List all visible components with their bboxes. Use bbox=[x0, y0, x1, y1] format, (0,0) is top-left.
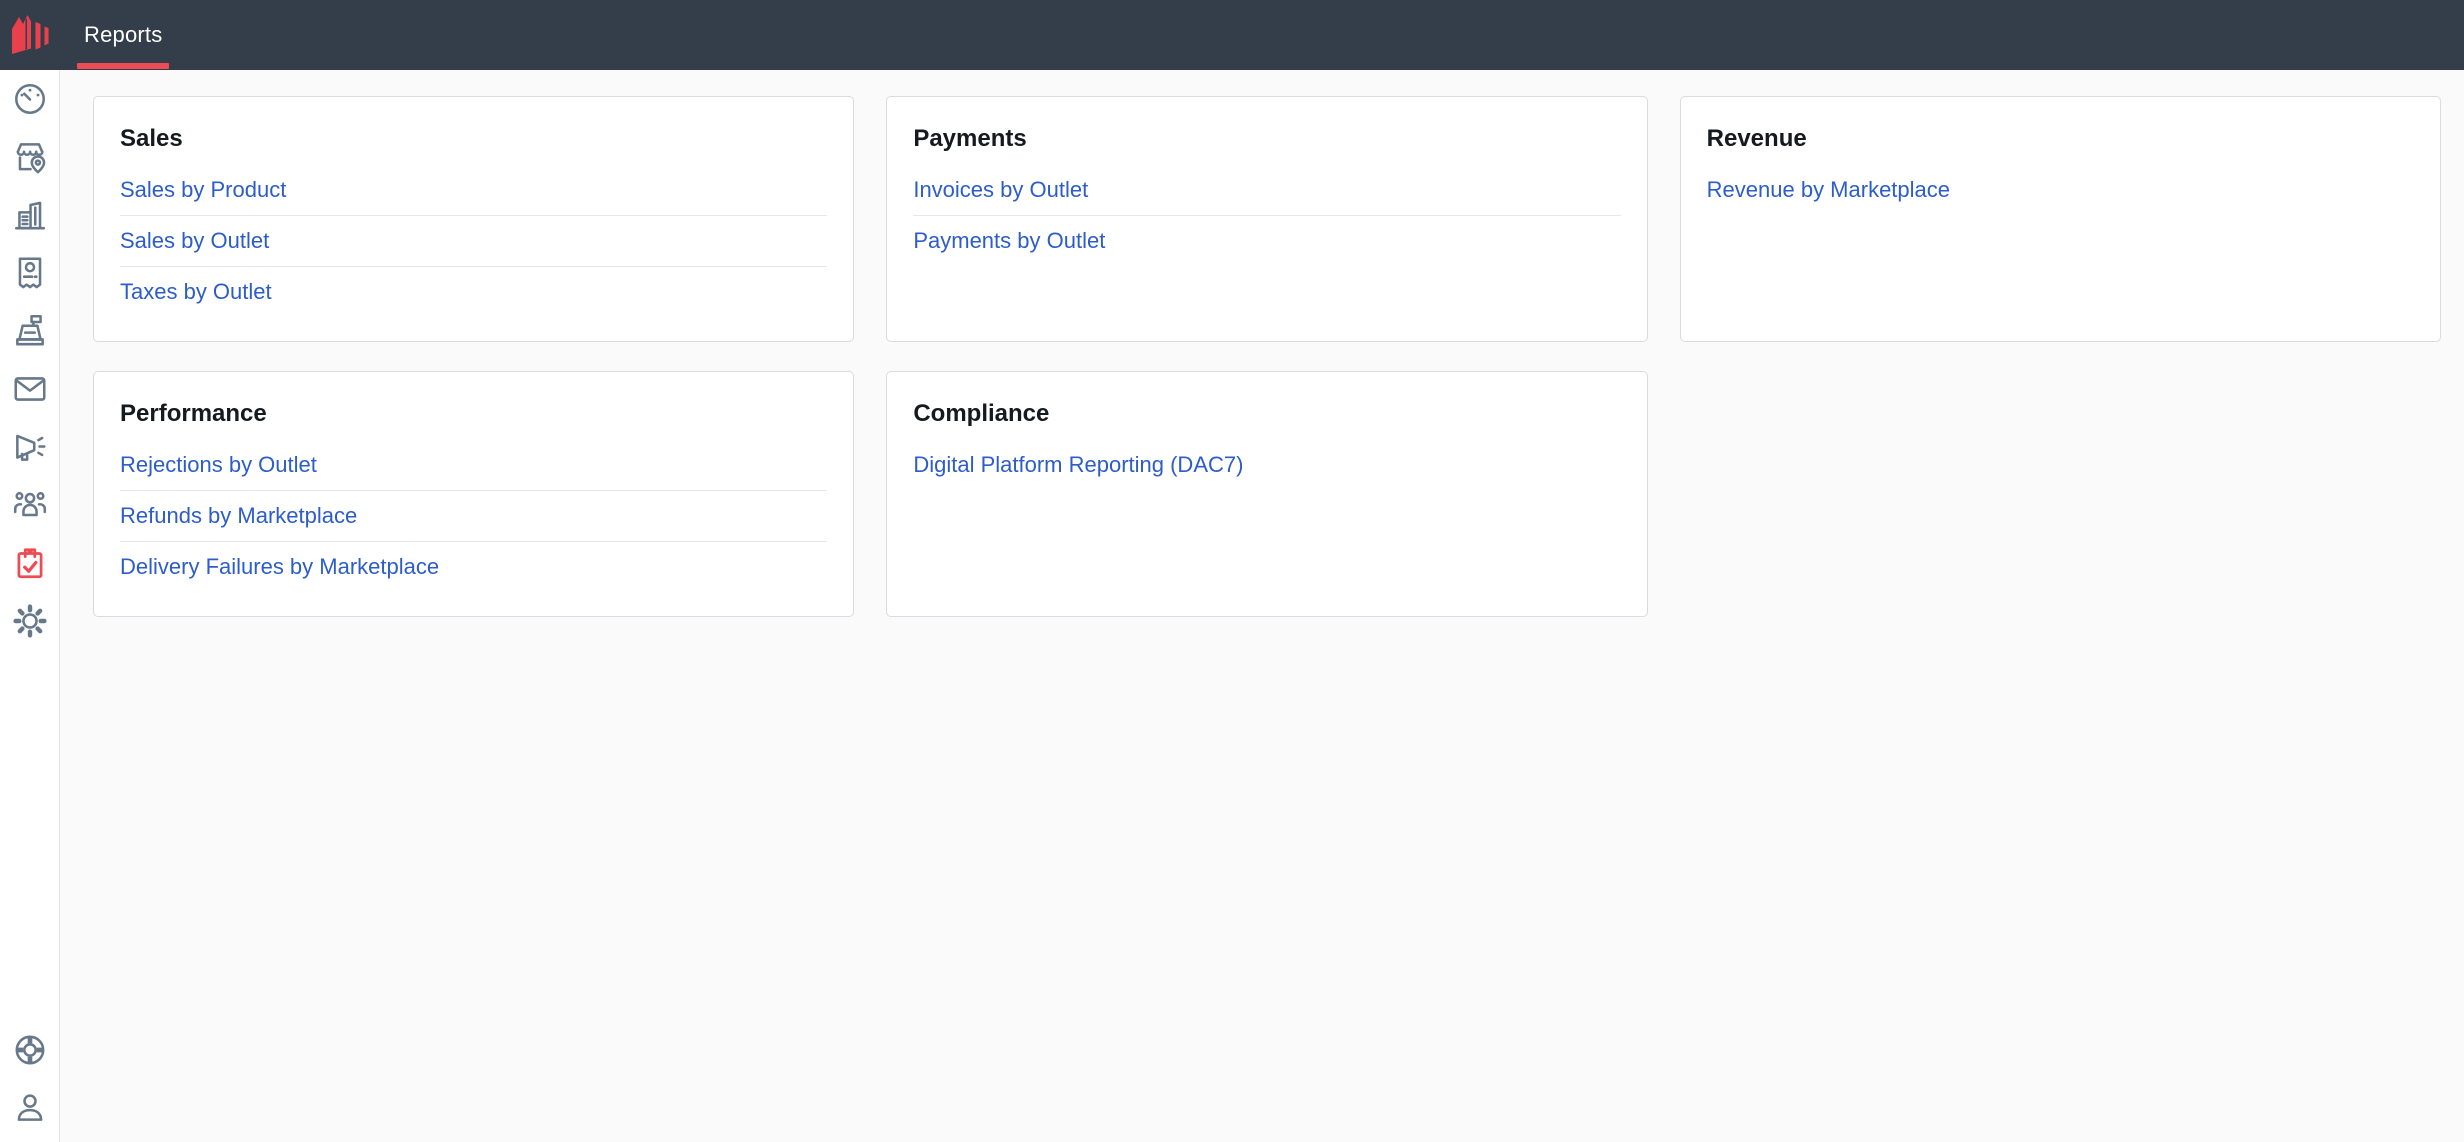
topbar-tabs: Reports bbox=[77, 0, 169, 70]
sidebar-item-messages[interactable] bbox=[0, 360, 59, 418]
user-profile-icon bbox=[11, 1089, 49, 1127]
report-link-sales-by-outlet[interactable]: Sales by Outlet bbox=[120, 230, 269, 252]
buildings-icon bbox=[11, 196, 49, 234]
report-link-row[interactable]: Payments by Outlet bbox=[913, 216, 1620, 266]
app-logo[interactable] bbox=[0, 0, 60, 70]
card-link-list: Digital Platform Reporting (DAC7) bbox=[913, 440, 1620, 490]
report-link-row[interactable]: Sales by Product bbox=[120, 165, 827, 216]
card-title: Performance bbox=[120, 398, 827, 430]
report-link-row[interactable]: Taxes by Outlet bbox=[120, 267, 827, 317]
dashboard-gauge-icon bbox=[11, 80, 49, 118]
report-link-sales-by-product[interactable]: Sales by Product bbox=[120, 179, 286, 201]
sidebar-item-company[interactable] bbox=[0, 186, 59, 244]
tab-reports[interactable]: Reports bbox=[77, 0, 169, 70]
card-link-list: Revenue by Marketplace bbox=[1707, 165, 2414, 215]
sidebar-item-profile[interactable] bbox=[0, 1079, 59, 1137]
settings-gear-icon bbox=[11, 602, 49, 640]
card-payments: Payments Invoices by Outlet Payments by … bbox=[886, 96, 1647, 342]
help-lifebuoy-icon bbox=[11, 1031, 49, 1069]
sidebar-item-pos[interactable] bbox=[0, 302, 59, 360]
report-link-row[interactable]: Delivery Failures by Marketplace bbox=[120, 542, 827, 592]
sidebar-item-team[interactable] bbox=[0, 476, 59, 534]
card-link-list: Invoices by Outlet Payments by Outlet bbox=[913, 165, 1620, 266]
store-location-icon bbox=[11, 138, 49, 176]
sidebar-item-settings[interactable] bbox=[0, 592, 59, 650]
report-cards-grid: Sales Sales by Product Sales by Outlet T… bbox=[93, 96, 2441, 617]
sidebar-item-locations[interactable] bbox=[0, 128, 59, 186]
reports-clipboard-icon bbox=[11, 544, 49, 582]
reports-page: Sales Sales by Product Sales by Outlet T… bbox=[60, 70, 2464, 1142]
report-link-delivery-failures-by-marketplace[interactable]: Delivery Failures by Marketplace bbox=[120, 556, 439, 578]
sidebar-nav-top bbox=[0, 70, 59, 650]
receipt-contact-icon bbox=[11, 254, 49, 292]
sidebar-item-announcements[interactable] bbox=[0, 418, 59, 476]
report-link-row[interactable]: Sales by Outlet bbox=[120, 216, 827, 267]
sidebar-nav-bottom bbox=[0, 1021, 59, 1142]
report-link-refunds-by-marketplace[interactable]: Refunds by Marketplace bbox=[120, 505, 357, 527]
card-link-list: Sales by Product Sales by Outlet Taxes b… bbox=[120, 165, 827, 317]
card-title: Sales bbox=[120, 123, 827, 155]
cash-register-icon bbox=[11, 312, 49, 350]
report-link-invoices-by-outlet[interactable]: Invoices by Outlet bbox=[913, 179, 1088, 201]
sidebar-item-reports[interactable] bbox=[0, 534, 59, 592]
report-link-row[interactable]: Revenue by Marketplace bbox=[1707, 165, 2414, 215]
mail-icon bbox=[11, 370, 49, 408]
report-link-row[interactable]: Digital Platform Reporting (DAC7) bbox=[913, 440, 1620, 490]
card-title: Payments bbox=[913, 123, 1620, 155]
report-link-digital-platform-reporting[interactable]: Digital Platform Reporting (DAC7) bbox=[913, 454, 1243, 476]
card-title: Revenue bbox=[1707, 123, 2414, 155]
report-link-taxes-by-outlet[interactable]: Taxes by Outlet bbox=[120, 281, 272, 303]
card-sales: Sales Sales by Product Sales by Outlet T… bbox=[93, 96, 854, 342]
report-link-row[interactable]: Refunds by Marketplace bbox=[120, 491, 827, 542]
sidebar-item-help[interactable] bbox=[0, 1021, 59, 1079]
team-icon bbox=[11, 486, 49, 524]
topbar: Reports bbox=[0, 0, 2464, 70]
card-revenue: Revenue Revenue by Marketplace bbox=[1680, 96, 2441, 342]
tab-reports-label: Reports bbox=[84, 0, 162, 70]
card-compliance: Compliance Digital Platform Reporting (D… bbox=[886, 371, 1647, 617]
card-title: Compliance bbox=[913, 398, 1620, 430]
sidebar bbox=[0, 70, 60, 1142]
megaphone-icon bbox=[11, 428, 49, 466]
report-link-row[interactable]: Rejections by Outlet bbox=[120, 440, 827, 491]
card-performance: Performance Rejections by Outlet Refunds… bbox=[93, 371, 854, 617]
active-tab-underline bbox=[77, 63, 169, 69]
brand-logo-icon bbox=[6, 9, 54, 62]
report-link-row[interactable]: Invoices by Outlet bbox=[913, 165, 1620, 216]
report-link-rejections-by-outlet[interactable]: Rejections by Outlet bbox=[120, 454, 317, 476]
sidebar-item-orders[interactable] bbox=[0, 244, 59, 302]
report-link-revenue-by-marketplace[interactable]: Revenue by Marketplace bbox=[1707, 179, 1950, 201]
sidebar-item-dashboard[interactable] bbox=[0, 70, 59, 128]
card-link-list: Rejections by Outlet Refunds by Marketpl… bbox=[120, 440, 827, 592]
report-link-payments-by-outlet[interactable]: Payments by Outlet bbox=[913, 230, 1105, 252]
